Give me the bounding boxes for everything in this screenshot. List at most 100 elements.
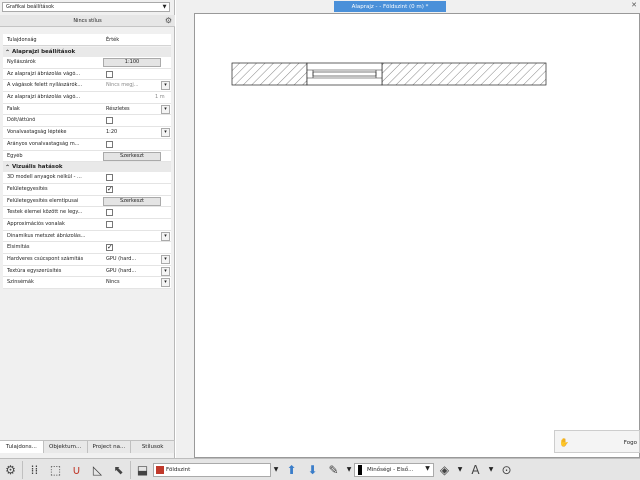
window-symbol[interactable] <box>306 62 383 86</box>
property-row: Az alaprajzi ábrázolás vágó... 1 m <box>3 92 171 104</box>
section-title: Vizuális hatások <box>12 164 63 171</box>
drawing-canvas[interactable] <box>194 13 640 458</box>
frame-icon[interactable]: ⬚ <box>45 460 66 480</box>
property-row: Egyéb Szerkeszt <box>3 150 171 163</box>
property-label: Dőlt/áttűnő <box>7 117 36 124</box>
value-column-header: Érték <box>106 36 120 43</box>
document-tab[interactable]: Alaprajz - - Földszint (0 m) * <box>334 1 446 12</box>
toolbar-separator <box>22 460 23 479</box>
section-header[interactable]: ⌃ Vizuális hatások <box>3 162 171 173</box>
property-value-field[interactable]: Nincs <box>103 278 161 287</box>
compass-icon[interactable]: A <box>465 460 486 480</box>
layer-icon[interactable]: ⬓ <box>132 460 153 480</box>
property-row: 3D modell anyagok nélkül - ... <box>3 172 171 184</box>
property-row: Nyilászárók 1:100 <box>3 57 171 69</box>
select-cursor-icon[interactable]: ⬉ <box>108 460 129 480</box>
story-down-icon[interactable]: ⬇ <box>302 460 323 480</box>
property-value-field[interactable] <box>103 93 161 102</box>
pen-set-value: Minőségi - Első... <box>367 466 414 473</box>
property-value-field[interactable]: 1:20 <box>103 128 161 137</box>
property-checkbox[interactable] <box>106 209 113 217</box>
chevron-down-icon[interactable]: ▾ <box>161 104 170 114</box>
property-checkbox[interactable] <box>106 243 113 252</box>
property-label: Élsimítás <box>7 244 30 251</box>
view-settings-select[interactable]: Grafikai beállítások ▼ <box>2 2 170 12</box>
view-settings-label: Grafikai beállítások <box>6 4 55 10</box>
property-row: Textúra egyszerűsítés GPU (hard... ▾ <box>3 265 171 278</box>
chevron-down-icon[interactable]: ▾ <box>161 231 170 241</box>
property-column-header: Tulajdonság <box>7 36 37 43</box>
property-table: ⌃ Alaprajzi beállítások Nyilászárók 1:100 Az… <box>3 47 171 290</box>
collapse-icon[interactable]: ⌃ <box>3 49 12 56</box>
property-value-field[interactable] <box>103 232 161 241</box>
tab-objects[interactable]: Objektum... <box>43 441 88 453</box>
property-label: Arányos vonalvastagság m... <box>7 140 80 147</box>
bottom-toolbar: ⚙ ⁞⁞ ⬚ ∪ ◺ ⬉ ⬓ Földszint ▼ ⬆ ⬇ ✎ ▼ Minős… <box>0 458 640 480</box>
property-checkbox[interactable] <box>106 117 113 125</box>
grid-icon[interactable]: ⁞⁞ <box>24 460 45 480</box>
chevron-down-icon[interactable]: ▾ <box>161 266 170 276</box>
property-label: Felületegyesítés <box>7 185 48 192</box>
property-checkbox[interactable] <box>106 140 113 148</box>
property-label: Hardveres csúcspont számítás <box>7 256 84 262</box>
ruler-icon[interactable]: ◺ <box>87 460 108 480</box>
section-header[interactable]: ⌃ Alaprajzi beállítások <box>3 47 171 57</box>
chevron-down-icon[interactable]: ▾ <box>161 255 170 264</box>
style-title-row: Nincs stílus ⚙ <box>0 15 175 27</box>
layers-icon[interactable]: ◈ <box>434 460 455 480</box>
property-row: Dőlt/áttűnő <box>3 115 171 128</box>
chevron-down-icon: ▼ <box>162 4 167 10</box>
property-row: Felületegyesítés <box>3 183 171 196</box>
property-value-field[interactable]: Nincs megj... <box>103 81 161 90</box>
property-checkbox[interactable] <box>106 220 113 228</box>
chevron-down-icon[interactable]: ▼ <box>486 466 496 473</box>
property-value-field[interactable]: Részletes <box>103 105 161 114</box>
property-label: Vonalvastagság léptéke <box>7 129 67 136</box>
chevron-down-icon[interactable]: ▼ <box>344 466 354 473</box>
property-label: Dinamikus metszet ábrázolás... <box>7 232 86 239</box>
property-label: Testek élemei között ne legy... <box>7 209 83 216</box>
hand-icon: ✋ <box>559 438 569 447</box>
pen-set-select[interactable]: Minőségi - Első... ▼ <box>354 462 434 477</box>
tab-properties[interactable]: Tulajdons... <box>0 441 44 453</box>
story-up-icon[interactable]: ⬆ <box>281 460 302 480</box>
collapse-icon[interactable]: ⌃ <box>3 164 12 171</box>
property-row: Vonalvastagság léptéke 1:20 ▾ <box>3 127 171 139</box>
property-label: Az alaprajzi ábrázolás vágó... <box>7 94 81 101</box>
property-edit-button[interactable]: Szerkeszt <box>103 151 161 161</box>
panel-tabs: Tulajdons... Objektum... Project na... S… <box>0 440 175 453</box>
gear-icon[interactable]: ⚙ <box>164 16 173 25</box>
settings-gear-icon[interactable]: ⚙ <box>0 460 21 480</box>
property-row: A vágások felett nyílászárók... Nincs meg… <box>3 80 171 93</box>
tab-styles[interactable]: Stílusok <box>131 441 175 453</box>
property-checkbox[interactable] <box>106 70 113 78</box>
chevron-down-icon[interactable]: ▾ <box>161 81 170 91</box>
next-arrow-icon[interactable]: ⊙ <box>496 460 517 480</box>
wall-segment-left[interactable] <box>231 62 308 86</box>
property-edit-button[interactable]: Szerkeszt <box>103 196 161 206</box>
wrench-icon[interactable]: ✎ <box>323 460 344 480</box>
tab-project-navigator[interactable]: Project na... <box>87 441 132 453</box>
property-label: A vágások felett nyílászárók... <box>7 82 83 89</box>
property-label: Approximációs vonalak <box>7 220 65 227</box>
property-label: Falak <box>7 105 20 112</box>
chevron-down-icon[interactable]: ▾ <box>161 128 170 138</box>
property-label: Egyéb <box>7 152 23 159</box>
magnet-icon[interactable]: ∪ <box>66 460 87 480</box>
chevron-down-icon[interactable]: ▼ <box>271 466 281 473</box>
property-edit-button[interactable]: 1:100 <box>103 58 161 67</box>
property-value-field[interactable]: GPU (hard... <box>103 255 161 264</box>
chevron-down-icon[interactable]: ▾ <box>161 278 170 288</box>
story-select[interactable]: Földszint <box>153 462 271 477</box>
property-value-field[interactable]: GPU (hard... <box>103 267 161 276</box>
wall-segment-right[interactable] <box>381 62 547 86</box>
story-select-value: Földszint <box>166 466 191 473</box>
floor-plan-drawing <box>231 62 547 86</box>
properties-panel: Grafikai beállítások ▼ Nincs stílus ⚙ Tu… <box>0 0 175 458</box>
chevron-down-icon[interactable]: ▼ <box>455 466 465 473</box>
close-icon[interactable]: ✕ <box>631 1 637 9</box>
notification-box[interactable]: ✋ Fogo <box>554 430 640 453</box>
property-row: Hardveres csúcspont számítás GPU (hard...… <box>3 254 171 266</box>
property-checkbox[interactable] <box>106 174 113 182</box>
property-checkbox[interactable] <box>106 185 113 193</box>
